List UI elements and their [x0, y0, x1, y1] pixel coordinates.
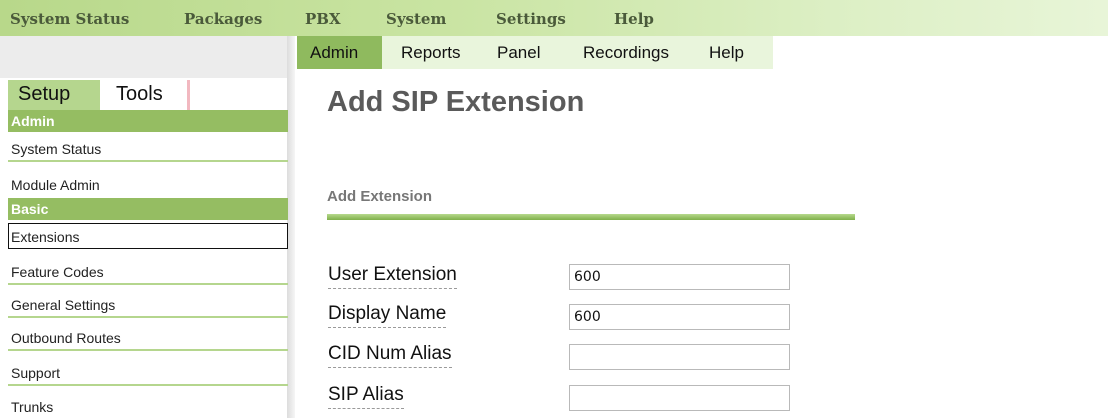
subnav-help[interactable]: Help — [709, 43, 744, 63]
side-section-basic: Basic — [8, 198, 288, 220]
menu-packages[interactable]: Packages — [184, 10, 262, 28]
section-divider — [327, 214, 855, 220]
subnav-recordings[interactable]: Recordings — [583, 43, 669, 63]
section-title: Add Extension — [327, 188, 433, 205]
menu-settings[interactable]: Settings — [496, 10, 566, 28]
side-item-support[interactable]: Support — [8, 360, 288, 386]
side-section-admin: Admin — [8, 110, 288, 132]
side-item-outbound-routes[interactable]: Outbound Routes — [8, 325, 288, 351]
tab-tools[interactable]: Tools — [100, 80, 190, 110]
sip-alias-input[interactable] — [569, 385, 790, 411]
menu-help[interactable]: Help — [614, 10, 654, 28]
tab-setup[interactable]: Setup — [8, 80, 100, 110]
menu-system-status[interactable]: System Status — [10, 10, 129, 28]
page-title: Add SIP Extension — [327, 86, 585, 118]
sub-nav: Admin Reports Panel Recordings Help — [297, 36, 773, 69]
menu-system[interactable]: System — [386, 10, 446, 28]
left-tab-strip — [0, 36, 290, 78]
top-menu-bar: System Status Packages PBX System Settin… — [0, 0, 1108, 36]
display-name-input[interactable] — [569, 304, 790, 330]
side-item-system-status[interactable]: System Status — [8, 136, 288, 162]
user-extension-label[interactable]: User Extension — [328, 264, 457, 289]
side-item-trunks[interactable]: Trunks — [8, 394, 288, 418]
subnav-admin[interactable]: Admin — [310, 43, 358, 63]
subnav-reports[interactable]: Reports — [401, 43, 461, 63]
left-column-shadow — [287, 36, 295, 418]
sip-alias-label[interactable]: SIP Alias — [328, 384, 404, 409]
display-name-label[interactable]: Display Name — [328, 303, 447, 328]
side-item-extensions[interactable]: Extensions — [8, 223, 288, 249]
cid-num-alias-label[interactable]: CID Num Alias — [328, 343, 452, 368]
side-item-feature-codes[interactable]: Feature Codes — [8, 259, 288, 285]
subnav-panel[interactable]: Panel — [497, 43, 540, 63]
cid-num-alias-input[interactable] — [569, 344, 790, 370]
user-extension-input[interactable] — [569, 264, 790, 290]
side-item-module-admin[interactable]: Module Admin — [8, 172, 288, 196]
side-item-general-settings[interactable]: General Settings — [8, 292, 288, 318]
menu-pbx[interactable]: PBX — [305, 10, 341, 28]
